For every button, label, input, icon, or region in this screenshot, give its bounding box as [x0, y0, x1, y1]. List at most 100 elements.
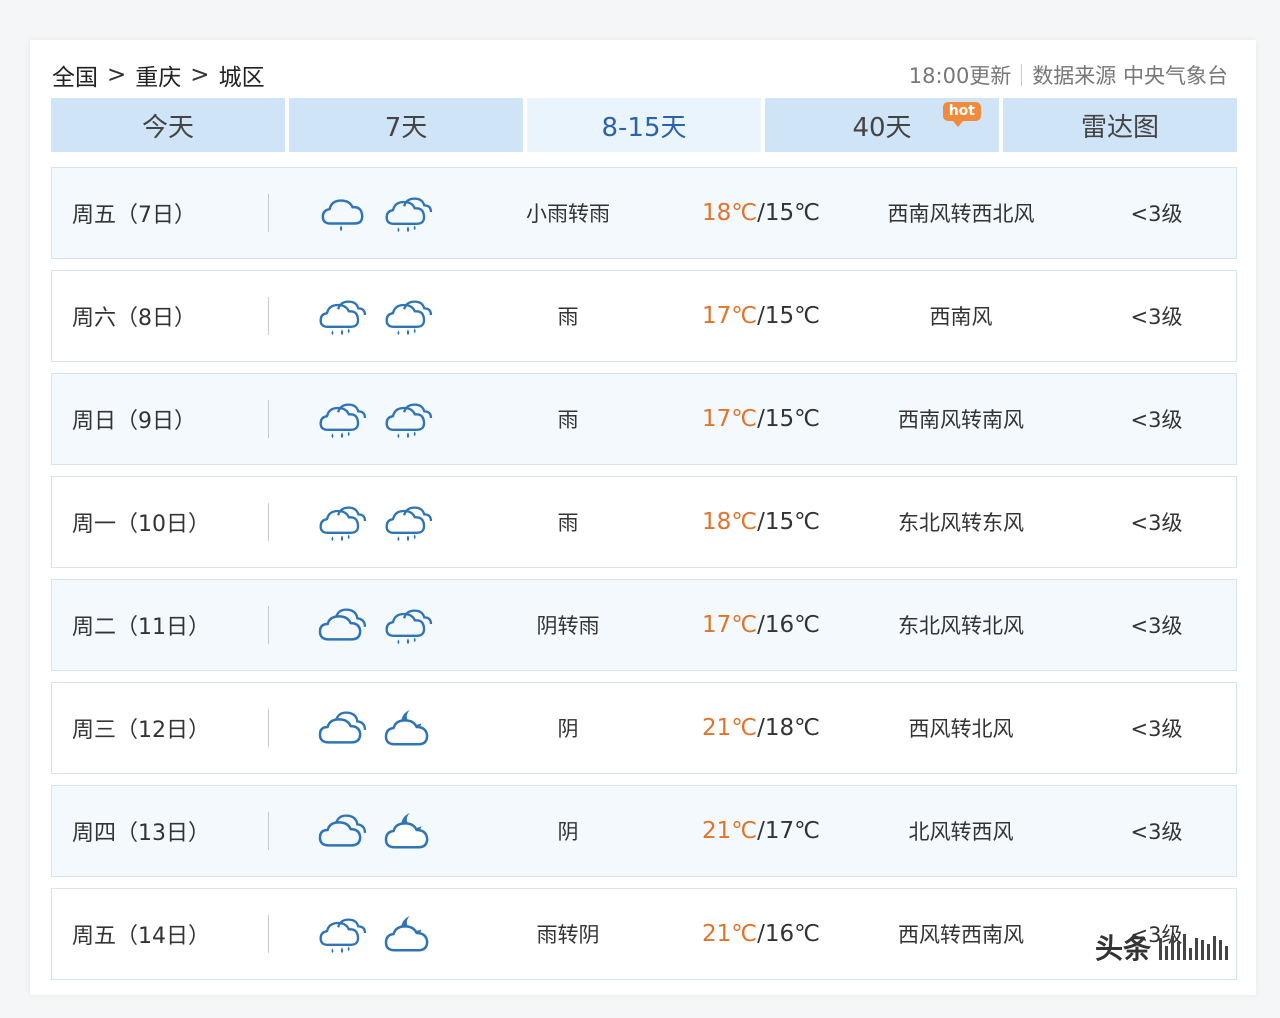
tab-today[interactable]: 今天	[51, 98, 285, 152]
wind-direction: 北风转西风	[908, 820, 1014, 844]
watermark-text: 头条	[1094, 932, 1151, 965]
forecast-row: 周五（14日） 雨转阴 21℃/16℃ 西风转西南风 <3级	[51, 888, 1237, 980]
forecast-list: 周五（7日） 小雨转雨 18℃/15℃ 西南风转西北风 <3级 周六（8日） 雨…	[51, 167, 1237, 991]
forecast-row: 周六（8日） 雨 17℃/15℃ 西南风 <3级	[51, 270, 1237, 362]
high-temp: 17℃	[702, 303, 758, 329]
forecast-row: 周四（13日） 阴 21℃/17℃ 北风转西风 <3级	[51, 785, 1237, 877]
cloudy-night-icon	[384, 709, 429, 746]
temperature-range: 18℃/15℃	[702, 509, 820, 535]
overcast-icon	[318, 814, 367, 847]
tab-label: 今天	[141, 112, 194, 143]
wind-direction: 西风转西南风	[898, 923, 1024, 947]
forecast-row: 周日（9日） 雨 17℃/15℃ 西南风转南风 <3级	[51, 373, 1237, 465]
wind-level: <3级	[1130, 820, 1183, 844]
wind-level: <3级	[1130, 717, 1183, 741]
low-temp: 15℃	[764, 200, 820, 226]
wind-direction: 东北风转东风	[898, 511, 1024, 535]
light-rain-icon	[321, 199, 364, 232]
rain-icon	[385, 609, 433, 645]
high-temp: 17℃	[702, 406, 758, 432]
forecast-day: 周二（11日）	[72, 615, 210, 640]
wind-direction: 西南风转南风	[898, 408, 1024, 432]
weather-condition: 雨转阴	[536, 923, 600, 947]
overcast-icon	[318, 711, 367, 744]
forecast-row: 周一（10日） 雨 18℃/15℃ 东北风转东风 <3级	[51, 476, 1237, 568]
high-temp: 17℃	[702, 612, 758, 638]
low-temp: 17℃	[764, 818, 820, 844]
weather-condition: 阴	[557, 717, 579, 741]
low-temp: 15℃	[764, 303, 820, 329]
low-temp: 18℃	[764, 715, 820, 741]
watermark-bars	[1159, 934, 1228, 960]
rain-icon	[319, 403, 367, 439]
weather-icons	[269, 500, 459, 544]
update-meta: 18:00更新 数据来源 中央气象台	[909, 60, 1228, 90]
forecast-row: 周二（11日） 阴转雨 17℃/16℃ 东北风转北风 <3级	[51, 579, 1237, 671]
breadcrumb-city[interactable]: 重庆	[135, 58, 181, 92]
meta-divider	[1021, 64, 1023, 86]
low-temp: 15℃	[764, 406, 820, 432]
hot-badge: hot	[942, 102, 981, 127]
forecast-row: 周三（12日） 阴 21℃/18℃ 西风转北风 <3级	[51, 682, 1237, 774]
overcast-icon	[318, 608, 367, 641]
rain-icon	[385, 197, 433, 233]
forecast-day: 周五（14日）	[72, 924, 210, 949]
rain-icon	[385, 300, 433, 336]
weather-icons	[269, 397, 459, 441]
breadcrumb-separator: >	[190, 62, 210, 88]
high-temp: 18℃	[702, 200, 758, 226]
tab-label: 8-15天	[601, 112, 687, 143]
forecast-day: 周日（9日）	[72, 409, 196, 434]
wind-level: <3级	[1130, 511, 1183, 535]
weather-condition: 阴	[557, 820, 579, 844]
data-source: 数据来源 中央气象台	[1032, 64, 1228, 88]
forecast-day: 周五（7日）	[72, 203, 196, 228]
breadcrumb-separator: >	[107, 62, 127, 88]
weather-condition: 阴转雨	[536, 614, 600, 638]
wind-direction: 西南风转西北风	[887, 202, 1035, 226]
forecast-row: 周五（7日） 小雨转雨 18℃/15℃ 西南风转西北风 <3级	[51, 167, 1237, 259]
temperature-range: 17℃/15℃	[702, 303, 820, 329]
tab-radar[interactable]: 雷达图	[1003, 98, 1237, 152]
forecast-day: 周三（12日）	[72, 718, 210, 743]
weather-condition: 雨	[557, 511, 579, 535]
low-temp: 15℃	[764, 509, 820, 535]
temperature-range: 21℃/16℃	[702, 921, 820, 947]
wind-level: <3级	[1130, 614, 1183, 638]
top-bar: 全国 > 重庆 > 城区 18:00更新 数据来源 中央气象台	[52, 58, 1228, 92]
tab-7-days[interactable]: 7天	[289, 98, 523, 152]
wind-direction: 东北风转北风	[898, 614, 1024, 638]
high-temp: 18℃	[702, 509, 758, 535]
weather-condition: 雨	[557, 305, 579, 329]
high-temp: 21℃	[702, 921, 758, 947]
wind-level: <3级	[1130, 305, 1183, 329]
temperature-range: 17℃/15℃	[702, 406, 820, 432]
wind-direction: 西南风	[929, 305, 993, 329]
weather-icons	[269, 706, 459, 750]
weather-icons	[269, 191, 459, 235]
weather-card: 全国 > 重庆 > 城区 18:00更新 数据来源 中央气象台 今天 7天 8-…	[30, 40, 1256, 995]
rain-icon	[319, 300, 367, 336]
wind-direction: 西风转北风	[908, 717, 1014, 741]
weather-condition: 小雨转雨	[526, 202, 610, 226]
watermark: 头条	[1095, 927, 1228, 967]
wind-level: <3级	[1130, 408, 1183, 432]
weather-icons	[269, 603, 459, 647]
temperature-range: 21℃/18℃	[702, 715, 820, 741]
update-time: 18:00更新	[908, 64, 1012, 88]
forecast-day: 周一（10日）	[72, 512, 210, 537]
low-temp: 16℃	[764, 921, 820, 947]
tab-label: 40天	[852, 112, 912, 143]
breadcrumb-district[interactable]: 城区	[219, 58, 265, 92]
cloudy-night-icon	[384, 915, 429, 952]
temperature-range: 21℃/17℃	[702, 818, 820, 844]
forecast-tabs: 今天 7天 8-15天 40天 hot 雷达图	[51, 98, 1237, 152]
rain-icon	[385, 403, 433, 439]
breadcrumb: 全国 > 重庆 > 城区	[52, 58, 265, 92]
breadcrumb-country[interactable]: 全国	[52, 58, 98, 92]
tab-40-days[interactable]: 40天 hot	[765, 98, 999, 152]
tab-label: 雷达图	[1080, 112, 1159, 143]
tab-8-15-days[interactable]: 8-15天	[527, 98, 761, 152]
high-temp: 21℃	[702, 818, 758, 844]
forecast-day: 周六（8日）	[72, 306, 196, 331]
